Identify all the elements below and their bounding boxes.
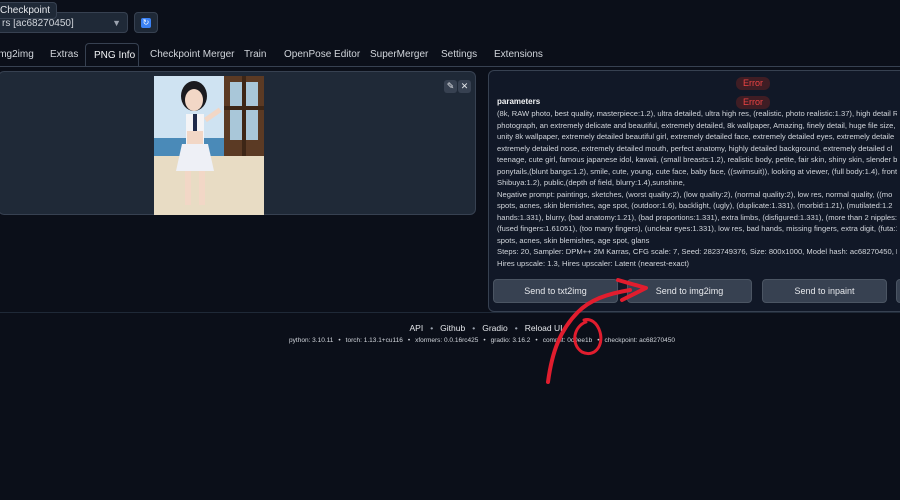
- separator: •: [472, 323, 476, 333]
- commit-hash: commit: 0c0ee1b: [542, 337, 593, 344]
- tab-extras[interactable]: Extras: [50, 43, 78, 67]
- refresh-checkpoint-button[interactable]: ↻: [134, 12, 158, 33]
- tab-png-info[interactable]: PNG Info: [85, 43, 139, 67]
- tab-divider: [0, 66, 900, 67]
- param-line: (fused fingers:1.61051), (too many finge…: [497, 224, 897, 233]
- send-to-inpaint-button[interactable]: Send to inpaint: [762, 279, 887, 303]
- param-line: hands:1.331), blurry, (bad anatomy:1.21)…: [497, 212, 897, 222]
- python-version: python: 3.10.11: [289, 337, 334, 344]
- tab-extensions[interactable]: Extensions: [494, 43, 543, 67]
- gradio-link[interactable]: Gradio: [482, 323, 508, 333]
- tab-settings[interactable]: Settings: [441, 43, 477, 67]
- footer-divider: [0, 312, 900, 313]
- separator: •: [430, 323, 434, 333]
- param-line: unity 8k wallpaper, extremely detailed b…: [497, 132, 895, 141]
- tab-train[interactable]: Train: [244, 43, 266, 67]
- torch-version: torch: 1.13.1+cu116: [345, 337, 403, 344]
- param-line: Steps: 20, Sampler: DPM++ 2M Karras, CFG…: [497, 247, 897, 256]
- param-line: ponytails,(blunt bangs:1.2), smile, cute…: [497, 166, 897, 176]
- param-line: spots, acnes, skin blemishes, age spot, …: [497, 235, 650, 245]
- edit-icon[interactable]: ✎: [444, 80, 457, 93]
- param-line: teenage, cute girl, famous japanese idol…: [497, 155, 897, 164]
- tab-bar: img2img Extras PNG Info Checkpoint Merge…: [0, 43, 900, 67]
- checkpoint-label: Checkpoint: [0, 2, 58, 19]
- chevron-down-icon: ▼: [112, 18, 121, 28]
- param-line: photograph, an extremely delicate and be…: [497, 120, 896, 130]
- tab-img2img[interactable]: img2img: [0, 43, 34, 67]
- separator: •: [407, 337, 411, 344]
- tab-checkpoint-merger[interactable]: Checkpoint Merger: [150, 43, 234, 67]
- send-to-extras-button[interactable]: [896, 279, 900, 303]
- param-line: spots, acnes, skin blemishes, age spot, …: [497, 201, 893, 210]
- xformers-version: xformers: 0.0.16rc425: [415, 337, 479, 344]
- param-line: Shibuya:1.2), public,(depth of field, bl…: [497, 178, 685, 187]
- param-line: (8k, RAW photo, best quality, masterpiec…: [497, 109, 897, 118]
- footer-links: API • Github • Gradio • Reload UI: [0, 323, 900, 333]
- send-to-img2img-button[interactable]: Send to img2img: [627, 279, 752, 303]
- api-link[interactable]: API: [409, 323, 423, 333]
- error-badge: Error: [736, 77, 770, 90]
- param-line: extremely detailed nose, extremely detai…: [497, 143, 893, 153]
- parameters-text: (8k, RAW photo, best quality, masterpiec…: [497, 108, 897, 269]
- param-line: Hires upscale: 1.3, Hires upscaler: Late…: [497, 258, 690, 268]
- param-line: Negative prompt: paintings, sketches, (w…: [497, 189, 893, 199]
- tab-supermerger[interactable]: SuperMerger: [370, 43, 428, 67]
- version-info: python: 3.10.11 • torch: 1.13.1+cu116 • xfor…: [0, 337, 900, 344]
- refresh-icon: ↻: [141, 18, 151, 28]
- send-to-txt2img-button[interactable]: Send to txt2img: [493, 279, 618, 303]
- tab-openpose-editor[interactable]: OpenPose Editor: [284, 43, 360, 67]
- separator: •: [483, 337, 486, 344]
- close-icon[interactable]: ✕: [458, 80, 471, 93]
- github-link[interactable]: Github: [440, 323, 465, 333]
- uploaded-image: [154, 76, 264, 215]
- separator: •: [597, 337, 600, 344]
- gradio-version: gradio: 3.16.2: [490, 337, 531, 344]
- checkpoint-hash: checkpoint: ac68270450: [604, 337, 675, 344]
- separator: •: [338, 337, 341, 344]
- separator: •: [535, 337, 538, 344]
- reload-ui-link[interactable]: Reload UI: [525, 323, 563, 333]
- parameters-heading: parameters: [497, 97, 541, 106]
- separator: •: [514, 323, 518, 333]
